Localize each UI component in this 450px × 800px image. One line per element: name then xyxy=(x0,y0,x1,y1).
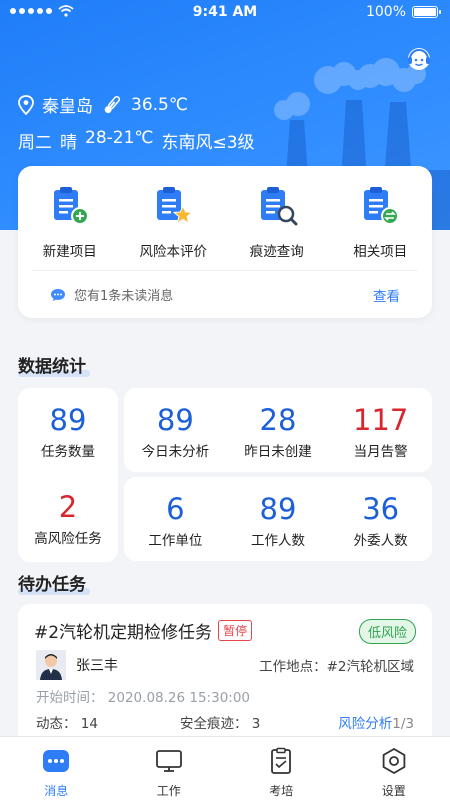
avatar xyxy=(36,650,66,680)
quick-action-label: 痕迹查询 xyxy=(249,244,304,260)
quick-action-label: 风险本评价 xyxy=(139,244,208,260)
tab-label: 设置 xyxy=(381,784,406,798)
stat-label: 高风险任务 xyxy=(34,531,102,547)
doc-plus-icon xyxy=(53,187,89,225)
quick-action-related-projects[interactable]: 相关项目 xyxy=(334,184,426,270)
stat-value: 89 xyxy=(156,403,194,437)
location-row: 秦皇岛 36.5℃ xyxy=(18,92,188,117)
clipboard-icon xyxy=(271,747,292,774)
tab-training[interactable]: 考培 xyxy=(225,737,338,800)
doc-search-icon xyxy=(260,187,298,226)
trace-value: 3 xyxy=(251,716,261,732)
stat-task-count[interactable]: 89 任务数量 xyxy=(18,388,118,475)
task-title-row: #2汽轮机定期检修任务 暂停 xyxy=(34,618,253,643)
stat-value: 89 xyxy=(259,492,297,526)
location-pin-icon xyxy=(18,94,34,115)
task-pagination: 1/3 xyxy=(392,716,414,732)
stat-label: 工作单位 xyxy=(148,533,203,549)
quick-action-label: 新建项目 xyxy=(42,244,97,260)
battery-level: 100% xyxy=(365,4,406,20)
stats-section-title-text: 数据统计 xyxy=(18,357,86,377)
stat-value: 36 xyxy=(362,492,400,526)
status-bar: 9:41 AM 100% xyxy=(0,0,450,26)
chat-bubble-icon xyxy=(51,288,65,301)
view-message-link[interactable]: 查看 xyxy=(373,285,400,305)
doc-link-icon xyxy=(364,187,400,225)
weather-condition: 晴 xyxy=(60,133,77,153)
wind: 东南风≤3级 xyxy=(161,133,255,153)
stat-today-unanalyzed[interactable]: 89 今日未分析 xyxy=(124,388,227,472)
notice-text: 您有1条未读消息 xyxy=(74,289,174,304)
stat-label: 任务数量 xyxy=(41,444,95,460)
quick-actions-card: 新建项目 风险本评价 痕迹查询 相关项目 您有1条未读消息 查看 xyxy=(18,166,432,318)
battery-icon xyxy=(412,6,441,18)
stat-high-risk[interactable]: 2 高风险任务 xyxy=(18,475,118,562)
stat-label: 当月告警 xyxy=(353,444,408,460)
stat-value: 2 xyxy=(58,490,78,524)
stat-yesterday-uncreated[interactable]: 28 昨日未创建 xyxy=(227,388,330,472)
task-meta-row: 动态： 14 安全痕迹： 3 风险分析1/3 xyxy=(36,712,414,732)
stat-monthly-alarms[interactable]: 117 当月告警 xyxy=(329,388,432,472)
quick-action-trace-search[interactable]: 痕迹查询 xyxy=(231,184,323,270)
settings-icon xyxy=(382,747,406,775)
tab-label: 考培 xyxy=(269,784,294,798)
quick-action-new-project[interactable]: 新建项目 xyxy=(24,184,116,270)
stat-label: 昨日未创建 xyxy=(244,444,312,460)
weekday: 周二 xyxy=(18,133,52,153)
stat-workers[interactable]: 89 工作人数 xyxy=(227,477,330,561)
tab-messages[interactable]: 消息 xyxy=(0,737,113,800)
monitor-icon xyxy=(155,750,182,772)
person-name: 张三丰 xyxy=(76,658,118,674)
quick-action-label: 相关项目 xyxy=(353,244,408,260)
dynamic-value: 14 xyxy=(80,716,98,732)
thermometer-icon xyxy=(104,95,121,113)
weather-row: 周二 晴 28-21℃ 东南风≤3级 xyxy=(18,128,255,153)
temperature: 36.5℃ xyxy=(131,94,188,115)
task-card[interactable]: #2汽轮机定期检修任务 暂停 低风险 张三丰 工作地点：#2汽轮机区域 开始时间… xyxy=(18,604,432,744)
stat-value: 89 xyxy=(49,403,87,437)
city-name: 秦皇岛 xyxy=(42,97,93,117)
task-start-time: 开始时间： 2020.08.26 15:30:00 xyxy=(36,690,251,706)
stat-value: 28 xyxy=(259,403,297,437)
stats-card-bottom: 6 工作单位 89 工作人数 36 外委人数 xyxy=(124,477,432,561)
stat-value: 6 xyxy=(166,492,185,526)
task-title: #2汽轮机定期检修任务 xyxy=(34,623,213,643)
stat-label: 外委人数 xyxy=(353,533,408,549)
todo-section-title: 待办任务 xyxy=(18,570,90,595)
tab-label: 消息 xyxy=(44,784,69,798)
stat-label: 工作人数 xyxy=(251,533,305,549)
risk-level-badge: 低风险 xyxy=(358,619,416,644)
trace-label: 安全痕迹： xyxy=(180,716,248,732)
temperature-range: 28-21℃ xyxy=(85,128,154,148)
stats-section-title: 数据统计 xyxy=(18,352,90,377)
dynamic-label: 动态： xyxy=(36,716,77,732)
stat-outsourced[interactable]: 36 外委人数 xyxy=(329,477,432,561)
stats-card-left: 89 任务数量 2 高风险任务 xyxy=(18,388,118,562)
stat-value: 117 xyxy=(353,403,409,437)
stat-label: 今日未分析 xyxy=(141,444,210,460)
stats-card-top: 89 今日未分析 28 昨日未创建 117 当月告警 xyxy=(124,388,432,472)
todo-section-title-text: 待办任务 xyxy=(18,575,86,595)
stat-work-units[interactable]: 6 工作单位 xyxy=(124,477,227,561)
quick-action-risk-evaluation[interactable]: 风险本评价 xyxy=(127,184,219,270)
bottom-tab-bar: 消息 工作 考培 设置 xyxy=(0,736,450,800)
tab-settings[interactable]: 设置 xyxy=(338,737,450,800)
risk-analysis-link[interactable]: 风险分析 xyxy=(338,716,392,732)
customer-service-icon[interactable] xyxy=(404,44,434,74)
message-icon xyxy=(43,750,70,772)
task-person: 张三丰 xyxy=(36,650,118,680)
task-location: 工作地点：#2汽轮机区域 xyxy=(259,659,414,675)
tab-label: 工作 xyxy=(156,784,181,798)
tab-work[interactable]: 工作 xyxy=(113,737,226,800)
doc-star-icon xyxy=(157,187,194,225)
task-status-tag: 暂停 xyxy=(218,620,253,641)
unread-notice: 您有1条未读消息 查看 xyxy=(32,270,418,318)
